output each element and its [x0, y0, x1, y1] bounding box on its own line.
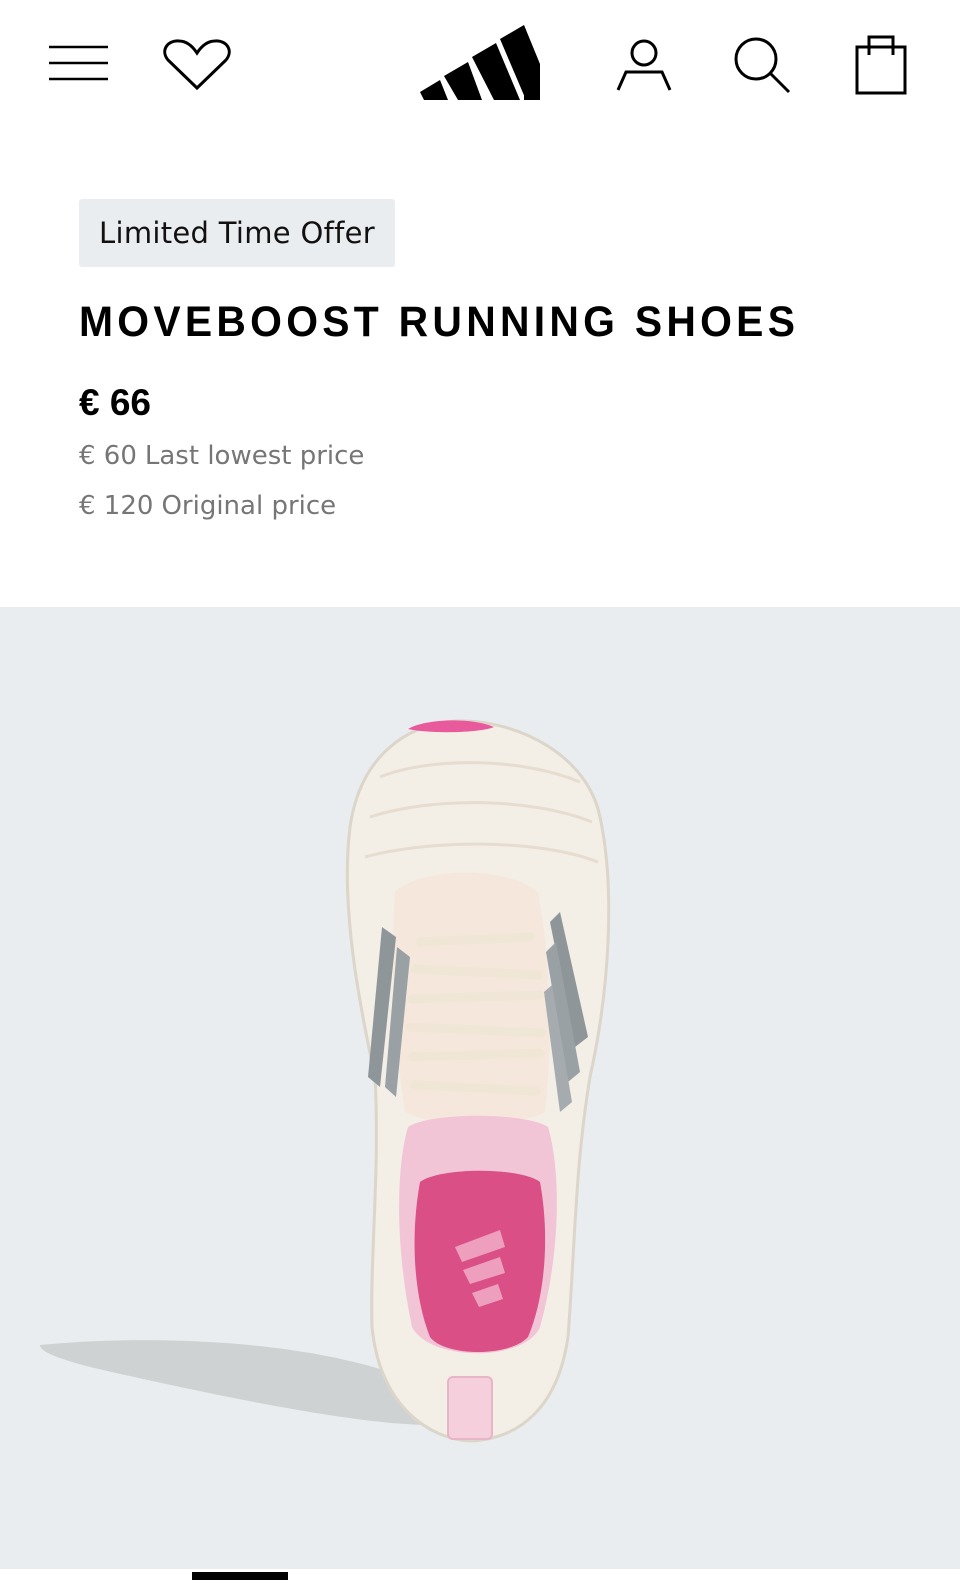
user-icon[interactable] [616, 38, 672, 92]
search-icon[interactable] [733, 36, 793, 96]
hamburger-menu-icon[interactable] [48, 44, 110, 84]
last-lowest-price-value: € 60 [79, 441, 137, 471]
badge-label: Limited Time Offer [99, 216, 375, 250]
limited-offer-badge: Limited Time Offer [79, 199, 395, 267]
running-shoe-top-view [40, 719, 611, 1443]
last-lowest-price-label: Last lowest price [144, 441, 365, 471]
product-image-gallery[interactable] [0, 607, 960, 1569]
shopping-bag-icon[interactable] [855, 33, 907, 95]
gallery-active-indicator[interactable] [192, 1572, 288, 1580]
original-price-label: Original price [161, 491, 337, 521]
product-title: MOVEBOOST RUNNING SHOES [79, 298, 800, 346]
current-price: € 66 [79, 382, 152, 423]
heart-icon[interactable] [162, 38, 232, 92]
original-price: € 120 Original price [79, 491, 336, 521]
top-nav-bar [0, 0, 960, 130]
last-lowest-price: € 60 Last lowest price [79, 441, 364, 471]
original-price-value: € 120 [79, 491, 154, 521]
gallery-pagination [0, 1569, 960, 1596]
adidas-logo[interactable] [420, 24, 540, 100]
